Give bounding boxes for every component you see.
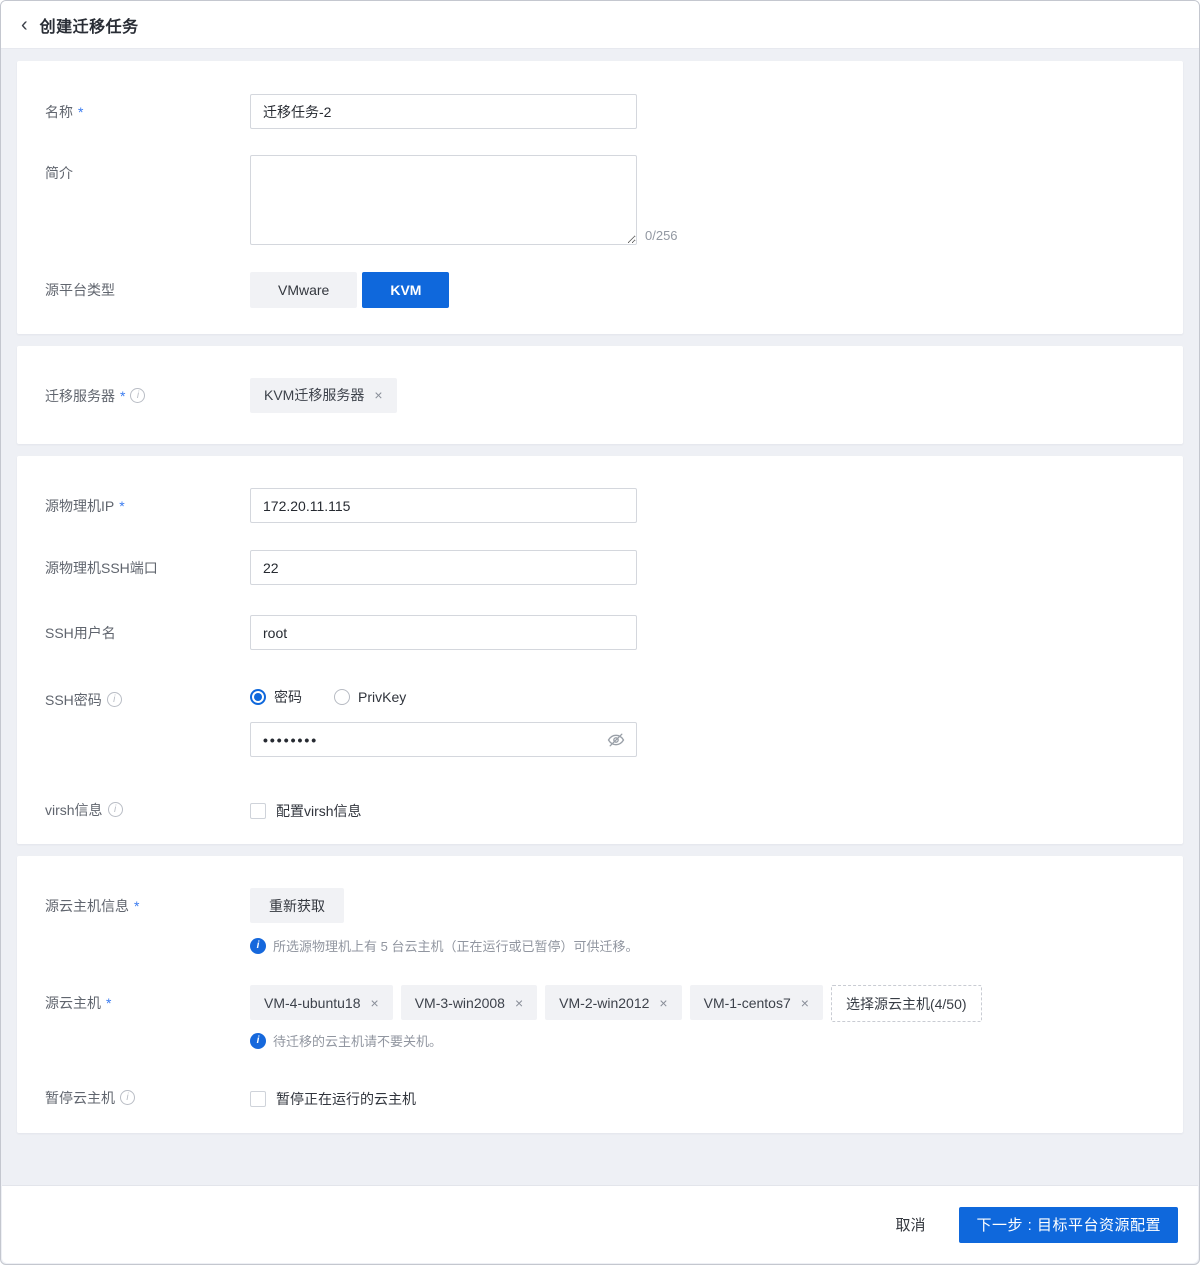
vm-select-row: 源云主机 * VM-4-ubuntu18 × VM-3-win2008 × xyxy=(45,985,1155,1050)
eye-off-icon[interactable] xyxy=(606,730,626,750)
vm-tag: VM-4-ubuntu18 × xyxy=(250,985,393,1020)
info-filled-icon: i xyxy=(250,1033,266,1049)
tag-label: VM-3-win2008 xyxy=(415,995,505,1011)
info-icon: i xyxy=(108,802,123,817)
virsh-row: virsh信息 i 配置virsh信息 xyxy=(45,795,1155,822)
required-mark: * xyxy=(134,896,139,916)
checkbox-box xyxy=(250,803,266,819)
vm-select-label: 源云主机 * xyxy=(45,985,250,1050)
ssh-port-row: 源物理机SSH端口 xyxy=(45,550,1155,585)
pause-vm-label: 暂停云主机 i xyxy=(45,1083,250,1110)
cancel-button[interactable]: 取消 xyxy=(895,1214,925,1235)
footer-bar: 取消 下一步 : 目标平台资源配置 xyxy=(2,1185,1198,1263)
vm-tag: VM-2-win2012 × xyxy=(545,985,681,1020)
virsh-checkbox[interactable]: 配置virsh信息 xyxy=(250,800,1155,822)
platform-option-vmware[interactable]: VMware xyxy=(250,272,357,308)
next-step-button[interactable]: 下一步 : 目标平台资源配置 xyxy=(959,1207,1178,1243)
required-mark: * xyxy=(106,993,111,1013)
platform-type-label: 源平台类型 xyxy=(45,272,250,308)
migration-server-card: 迁移服务器 * i KVM迁移服务器 × xyxy=(17,346,1183,444)
refresh-button[interactable]: 重新获取 xyxy=(250,888,344,923)
remove-tag-icon[interactable]: × xyxy=(801,996,809,1010)
pause-vm-checkbox[interactable]: 暂停正在运行的云主机 xyxy=(250,1088,1155,1110)
remove-tag-icon[interactable]: × xyxy=(374,388,382,402)
remove-tag-icon[interactable]: × xyxy=(515,996,523,1010)
page-title: 创建迁移任务 xyxy=(40,13,139,37)
source-host-card: 源物理机IP * 源物理机SSH端口 SSH用户名 xyxy=(17,456,1183,844)
vm-info-row: 源云主机信息 * 重新获取 i 所选源物理机上有 5 台云主机（正在运行或已暂停… xyxy=(45,888,1155,985)
description-textarea[interactable] xyxy=(250,155,637,245)
remove-tag-icon[interactable]: × xyxy=(659,996,667,1010)
radio-dot xyxy=(334,689,350,705)
page-header: ‹ 创建迁移任务 xyxy=(1,1,1199,49)
create-migration-task-page: ‹ 创建迁移任务 名称 * 简介 0/256 xyxy=(0,0,1200,1265)
radio-privkey[interactable]: PrivKey xyxy=(334,689,406,705)
required-mark: * xyxy=(119,496,124,516)
ssh-password-label: SSH密码 i xyxy=(45,682,250,757)
password-input[interactable] xyxy=(250,722,637,757)
platform-option-kvm[interactable]: KVM xyxy=(362,272,449,308)
ssh-port-label: 源物理机SSH端口 xyxy=(45,550,250,585)
radio-password[interactable]: 密码 xyxy=(250,687,302,707)
ssh-user-label: SSH用户名 xyxy=(45,615,250,650)
basic-info-card: 名称 * 简介 0/256 源平台类型 xyxy=(17,61,1183,334)
vm-shutdown-tip: i 待迁移的云主机请不要关机。 xyxy=(250,1031,1155,1050)
tag-label: VM-2-win2012 xyxy=(559,995,649,1011)
info-filled-icon: i xyxy=(250,938,266,954)
info-icon: i xyxy=(120,1090,135,1105)
source-vm-card: 源云主机信息 * 重新获取 i 所选源物理机上有 5 台云主机（正在运行或已暂停… xyxy=(17,856,1183,1133)
name-label: 名称 * xyxy=(45,94,250,129)
checkbox-box xyxy=(250,1091,266,1107)
back-icon[interactable]: ‹ xyxy=(21,15,28,35)
tag-label: KVM迁移服务器 xyxy=(264,385,364,405)
tag-label: VM-4-ubuntu18 xyxy=(264,995,361,1011)
vm-info-tip: i 所选源物理机上有 5 台云主机（正在运行或已暂停）可供迁移。 xyxy=(250,936,1155,955)
migration-server-row: 迁移服务器 * i KVM迁移服务器 × xyxy=(45,378,1155,413)
source-ip-input[interactable] xyxy=(250,488,637,523)
radio-dot xyxy=(250,689,266,705)
source-ip-row: 源物理机IP * xyxy=(45,488,1155,523)
ssh-password-row: SSH密码 i 密码 PrivKey xyxy=(45,682,1155,757)
info-icon: i xyxy=(130,388,145,403)
required-mark: * xyxy=(78,102,83,122)
info-icon: i xyxy=(107,692,122,707)
description-label: 简介 xyxy=(45,155,250,245)
name-input[interactable] xyxy=(250,94,637,129)
vm-tag: VM-1-centos7 × xyxy=(690,985,823,1020)
ssh-port-input[interactable] xyxy=(250,550,637,585)
pause-vm-row: 暂停云主机 i 暂停正在运行的云主机 xyxy=(45,1083,1155,1110)
remove-tag-icon[interactable]: × xyxy=(371,996,379,1010)
platform-type-row: 源平台类型 VMware KVM xyxy=(45,272,1155,308)
name-row: 名称 * xyxy=(45,94,1155,129)
ssh-user-row: SSH用户名 xyxy=(45,615,1155,650)
vm-tag: VM-3-win2008 × xyxy=(401,985,537,1020)
select-vm-button[interactable]: 选择源云主机(4/50) xyxy=(831,985,982,1022)
required-mark: * xyxy=(120,386,125,406)
migration-server-tag: KVM迁移服务器 × xyxy=(250,378,397,413)
ssh-user-input[interactable] xyxy=(250,615,637,650)
description-row: 简介 0/256 xyxy=(45,155,1155,245)
form-content: 名称 * 简介 0/256 源平台类型 xyxy=(1,49,1199,1133)
virsh-label: virsh信息 i xyxy=(45,795,250,822)
tag-label: VM-1-centos7 xyxy=(704,995,791,1011)
char-counter: 0/256 xyxy=(645,228,678,245)
vm-info-label: 源云主机信息 * xyxy=(45,888,250,985)
migration-server-label: 迁移服务器 * i xyxy=(45,378,250,413)
source-ip-label: 源物理机IP * xyxy=(45,488,250,523)
